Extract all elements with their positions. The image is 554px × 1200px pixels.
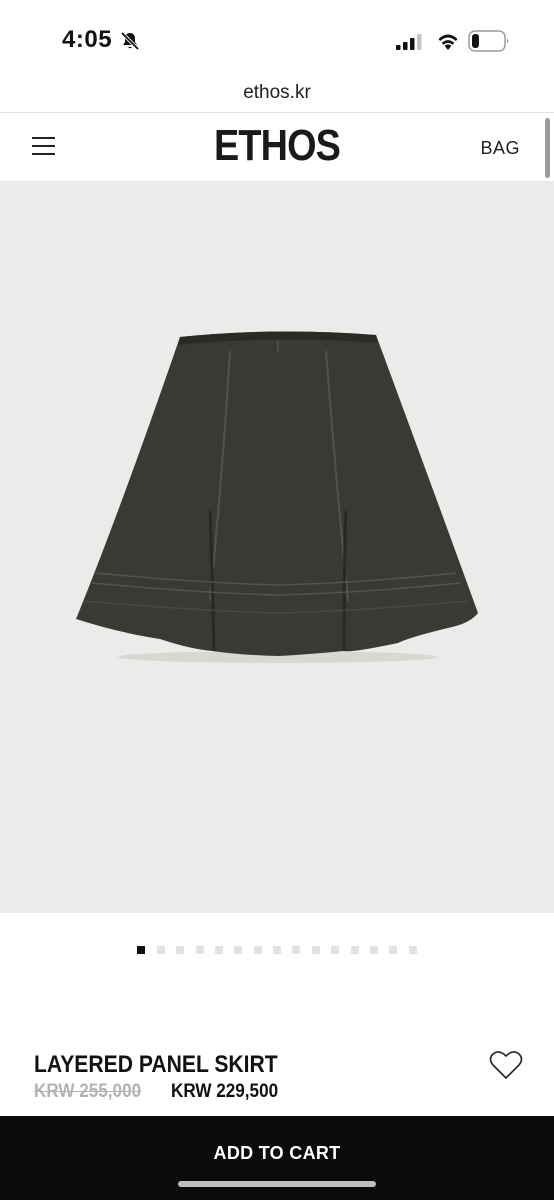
brand-logo[interactable]: ETHOS <box>39 121 515 171</box>
pager-dot[interactable] <box>156 946 165 954</box>
pager-dot[interactable] <box>214 946 223 954</box>
pager-dot[interactable] <box>369 946 378 954</box>
skirt-image <box>76 331 478 663</box>
battery-icon <box>468 30 509 52</box>
wifi-icon <box>438 34 458 50</box>
product-title: LAYERED PANEL SKIRT <box>34 1051 278 1078</box>
pager-dot[interactable] <box>408 946 417 954</box>
pager-dot[interactable] <box>311 946 320 954</box>
pager-dot[interactable] <box>292 946 301 954</box>
pager-dot[interactable] <box>234 946 243 954</box>
heart-icon[interactable] <box>489 1050 523 1080</box>
pager-dot[interactable] <box>253 946 262 954</box>
home-indicator[interactable] <box>178 1181 376 1187</box>
original-price: KRW 255,000 <box>34 1081 142 1102</box>
site-header: ETHOS BAG <box>0 113 554 181</box>
url-text[interactable]: ethos.kr <box>243 82 311 103</box>
bell-muted-icon <box>120 31 140 51</box>
pager-dot[interactable] <box>195 946 204 954</box>
pager-dot[interactable] <box>350 946 359 954</box>
bag-link[interactable]: BAG <box>480 138 520 159</box>
add-to-cart-label[interactable]: ADD TO CART <box>0 1143 554 1164</box>
sale-price: KRW 229,500 <box>171 1081 279 1102</box>
scrollbar[interactable] <box>545 118 550 178</box>
cellular-signal-icon <box>396 34 422 50</box>
image-pager <box>0 946 554 960</box>
pager-dot[interactable] <box>331 946 340 954</box>
status-time: 4:05 <box>62 26 113 53</box>
pager-dot[interactable] <box>176 946 185 954</box>
pager-dot[interactable] <box>389 946 398 954</box>
product-image[interactable] <box>0 181 554 913</box>
address-bar[interactable]: ethos.kr <box>0 80 554 112</box>
status-bar: 4:05 <box>0 0 554 80</box>
pager-dot[interactable] <box>273 946 281 954</box>
add-to-cart-button[interactable]: ADD TO CART <box>0 1116 554 1200</box>
pager-dot[interactable] <box>137 946 146 954</box>
